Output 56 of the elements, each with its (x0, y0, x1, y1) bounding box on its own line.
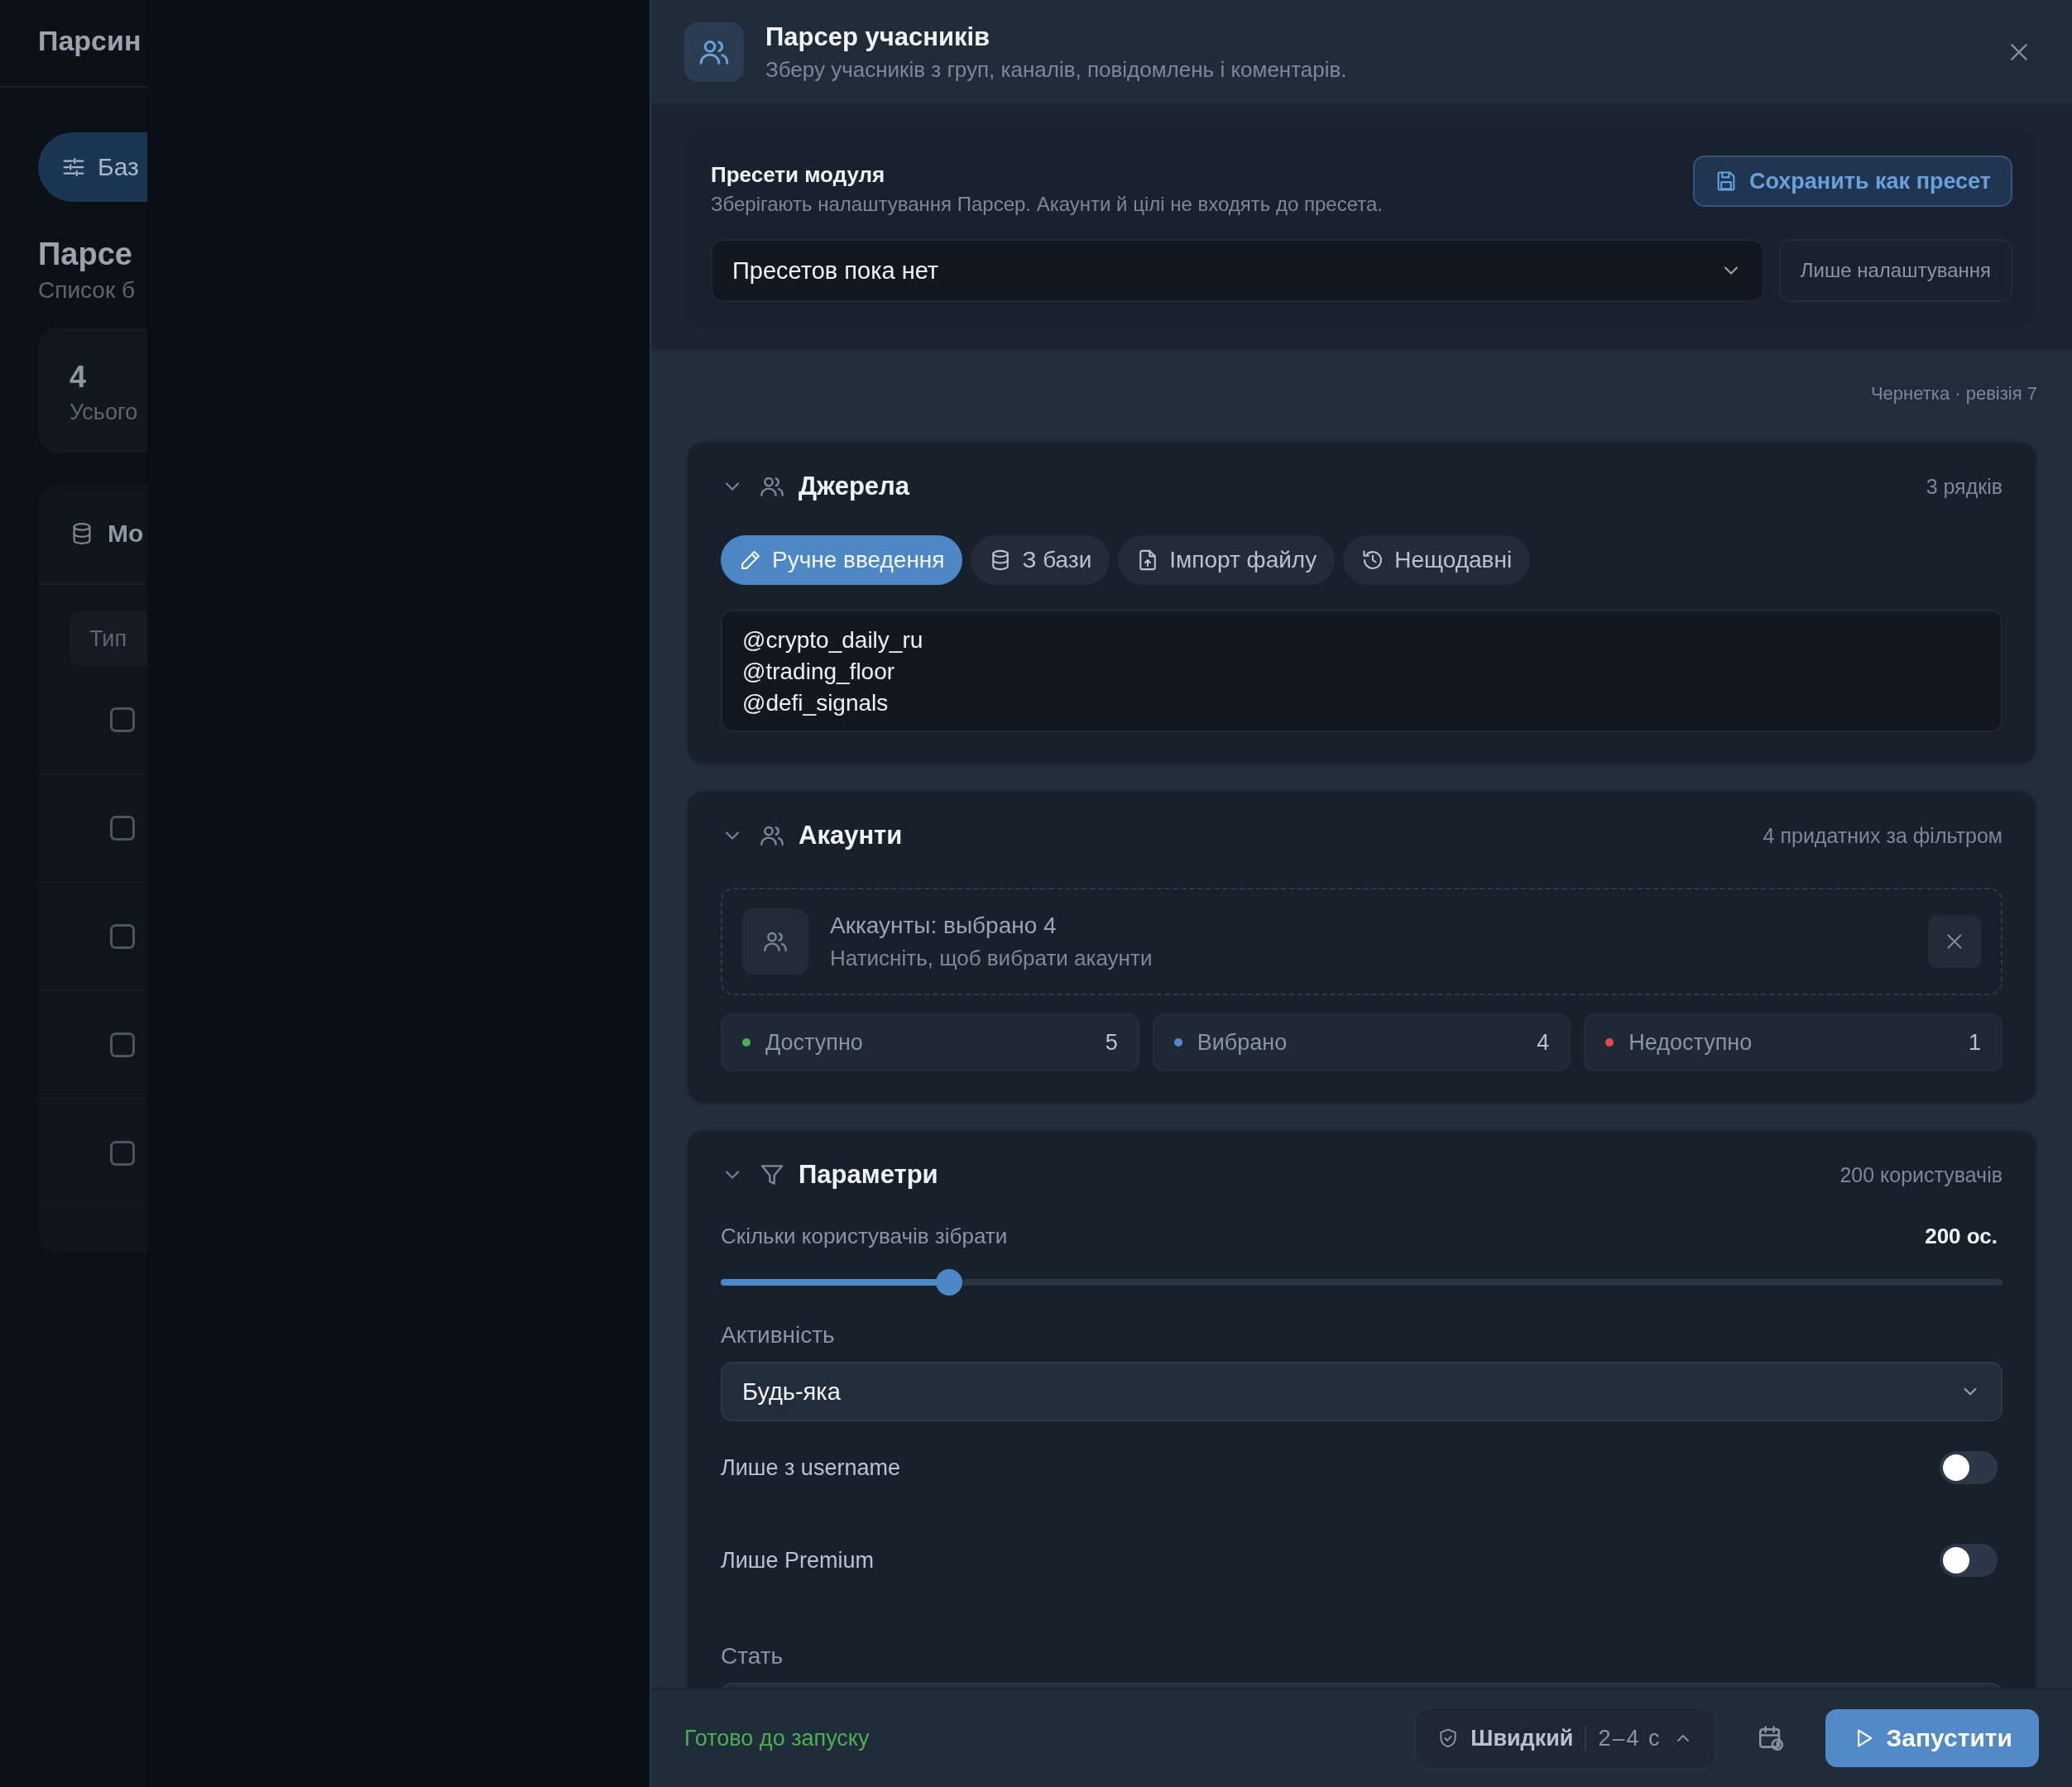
presets-description: Зберігають налаштування Парсер. Акаунти й цілі не входять до пресета. (711, 193, 1383, 216)
pencil-icon (739, 549, 762, 572)
amount-value: 200 ос. (1925, 1224, 1998, 1249)
section-count: 3 рядків (1926, 474, 2002, 499)
settings-only-button[interactable]: Лише налаштування (1778, 239, 2012, 302)
field-label: Активність (721, 1322, 836, 1349)
row-checkbox[interactable] (110, 1032, 135, 1057)
stat-label: Доступно (765, 1029, 864, 1056)
clear-button[interactable] (1928, 915, 1981, 968)
drawer-title: Парсер учасників (765, 22, 991, 52)
stat-label: Недоступно (1628, 1029, 1753, 1056)
speed-mode-button[interactable]: Швидкий 2–4 с (1414, 1707, 1716, 1770)
section-title: Параметри (799, 1160, 939, 1190)
section-count: 4 придатних за фільтром (1763, 823, 2002, 848)
section-title: Акаунти (799, 821, 904, 850)
picker-hint: Натисніть, щоб вибрати акаунти (830, 945, 1154, 971)
stat-value: 4 (70, 360, 88, 395)
row-checkbox[interactable] (110, 815, 135, 841)
field-label: Скільки користувачів зібрати (721, 1224, 1008, 1249)
activity-select[interactable]: Будь-яка (721, 1362, 2002, 1421)
source-tab[interactable]: З бази (971, 535, 1110, 585)
stat-label: Усього (70, 400, 139, 425)
toggle-switch[interactable] (1940, 1451, 1998, 1484)
toggle-label: Лише з username (721, 1454, 900, 1481)
sources-text-area[interactable]: @crypto_daily_ru @trading_floor @defi_signals (721, 610, 2002, 732)
section-title: Джерела (799, 472, 911, 501)
source-tab[interactable]: Нещодавні (1343, 535, 1531, 585)
page-title: Парсин (38, 25, 142, 57)
row-checkbox[interactable] (110, 923, 135, 949)
stat-value: 4 (1537, 1029, 1550, 1056)
source-tab[interactable]: Імпорт файлу (1118, 535, 1336, 585)
stat-value: 1 (1968, 1029, 1981, 1056)
source-tab[interactable]: Ручне введення (721, 535, 963, 585)
save-preset-button[interactable]: Сохранить как пресет (1693, 156, 2012, 207)
section-count: 200 користувачів (1839, 1162, 2002, 1187)
row-checkbox[interactable] (110, 1140, 135, 1166)
section-heading: Парсе (38, 237, 133, 272)
stat-label: Вибрано (1197, 1029, 1288, 1056)
panel-title: Мо (108, 520, 144, 548)
slider-thumb[interactable] (935, 1269, 962, 1296)
ready-status: Готово до запуску (684, 1725, 871, 1751)
run-button[interactable]: Запустити (1825, 1709, 2039, 1767)
account-picker[interactable]: Аккаунты: выбрано 4 Натисніть, щоб вибрати акаунти (721, 888, 2002, 995)
bases-button[interactable]: Баз (38, 132, 147, 202)
row-checkbox[interactable] (110, 707, 135, 732)
preset-select[interactable]: Пресетов пока нет (711, 239, 1764, 302)
presets-title: Пресети модуля (711, 162, 886, 188)
toggle-switch[interactable] (1940, 1544, 1998, 1577)
draft-status: Чернетка · ревізія 7 (1869, 383, 2037, 405)
picker-title: Аккаунты: выбрано 4 (830, 912, 1058, 939)
toggle-label: Лише Premium (721, 1547, 874, 1574)
section-subtitle: Список б (38, 277, 136, 304)
type-filter-field[interactable]: Тип (70, 611, 147, 666)
field-label: Стать (721, 1643, 784, 1670)
stat-value: 5 (1105, 1029, 1118, 1056)
drawer-subtitle: Зберу учасників з груп, каналів, повідомлень і коментарів. (765, 56, 1348, 83)
